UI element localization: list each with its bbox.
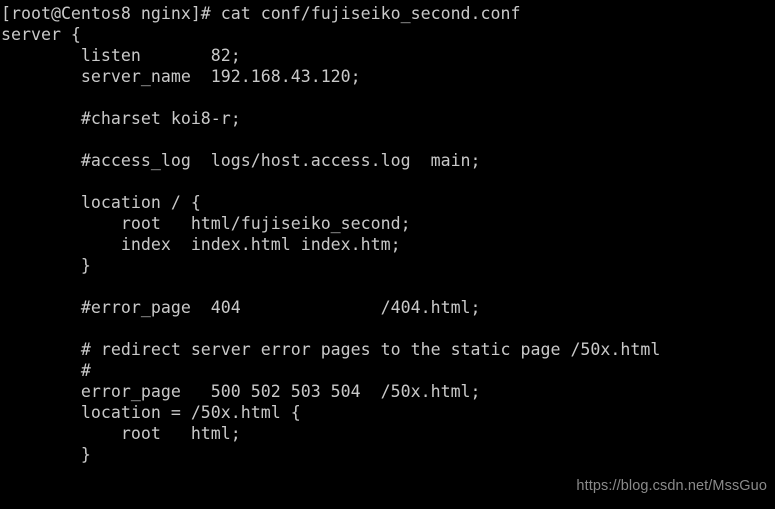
terminal-line: [root@Centos8 nginx]# cat conf/fujiseiko… <box>1 4 521 23</box>
terminal-line: listen 82; <box>1 46 241 65</box>
terminal-line: root html/fujiseiko_second; <box>1 214 411 233</box>
terminal-line: } <box>1 256 91 275</box>
terminal-window[interactable]: [root@Centos8 nginx]# cat conf/fujiseiko… <box>0 0 775 509</box>
terminal-line: #charset koi8-r; <box>1 109 241 128</box>
terminal-line: index index.html index.htm; <box>1 235 401 254</box>
terminal-line: } <box>1 445 91 464</box>
terminal-line: server { <box>1 25 81 44</box>
watermark-url: https://blog.csdn.net/MssGuo <box>576 478 767 494</box>
terminal-line: error_page 500 502 503 504 /50x.html; <box>1 382 481 401</box>
terminal-line: # redirect server error pages to the sta… <box>1 340 661 359</box>
terminal-screen[interactable]: [root@Centos8 nginx]# cat conf/fujiseiko… <box>0 0 775 509</box>
terminal-line: server_name 192.168.43.120; <box>1 67 361 86</box>
terminal-line: location = /50x.html { <box>1 403 301 422</box>
terminal-line: #access_log logs/host.access.log main; <box>1 151 481 170</box>
terminal-line: #error_page 404 /404.html; <box>1 298 481 317</box>
terminal-line: root html; <box>1 424 241 443</box>
terminal-line: location / { <box>1 193 201 212</box>
terminal-line: # <box>1 361 91 380</box>
